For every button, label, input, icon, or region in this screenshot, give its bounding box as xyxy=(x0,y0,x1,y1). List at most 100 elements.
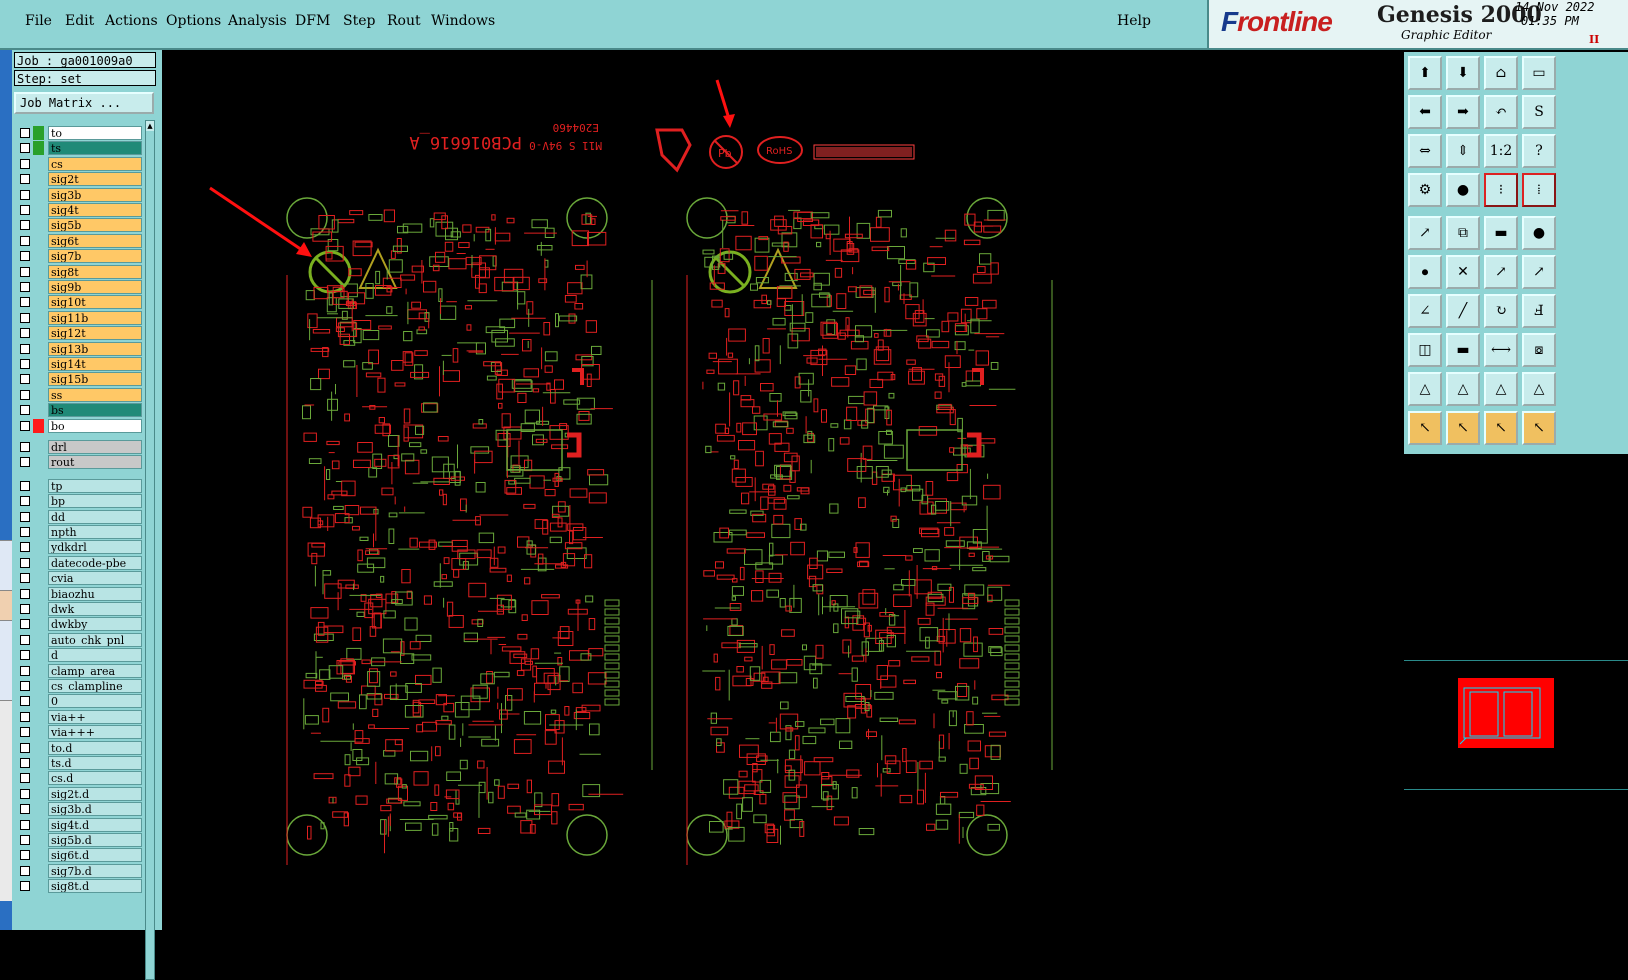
layer-color-swatch[interactable] xyxy=(33,280,44,294)
layer-name[interactable]: clamp_area xyxy=(48,663,142,678)
layer-checkbox[interactable] xyxy=(20,457,30,468)
layer-name[interactable]: auto_chk_pnl xyxy=(48,632,142,647)
layer-color-swatch[interactable] xyxy=(33,555,44,570)
help-icon[interactable]: ? xyxy=(1522,134,1556,168)
layer-row-sig13b[interactable]: sig13b xyxy=(18,341,142,356)
layer-row-sig4t-d[interactable]: sig4t.d xyxy=(18,817,142,832)
layer-color-swatch[interactable] xyxy=(33,602,44,616)
layer-row-ts[interactable]: ts xyxy=(18,141,142,156)
pointer-box-icon[interactable]: ↖ xyxy=(1446,411,1480,445)
layer-checkbox[interactable] xyxy=(20,865,30,876)
layer-checkbox[interactable] xyxy=(20,604,30,614)
layer-name[interactable]: sig3b xyxy=(48,187,142,202)
mirror-icon[interactable]: Ⅎ xyxy=(1522,294,1556,328)
layer-row-cvia[interactable]: cvia xyxy=(18,571,142,586)
layer-checkbox[interactable] xyxy=(20,158,30,169)
layer-color-swatch[interactable] xyxy=(33,141,44,156)
delete-icon[interactable]: ✕ xyxy=(1446,255,1480,289)
menu-file[interactable]: File xyxy=(25,13,52,29)
layer-name[interactable]: sig9b xyxy=(48,280,142,294)
layer-color-swatch[interactable] xyxy=(33,203,44,217)
layer-color-swatch[interactable] xyxy=(33,540,44,555)
layer-name[interactable]: rout xyxy=(48,455,142,470)
layer-row-sig6t-d[interactable]: sig6t.d xyxy=(18,848,142,863)
layer-checkbox[interactable] xyxy=(20,220,30,231)
layer-checkbox[interactable] xyxy=(20,143,30,154)
layer-row-sig4t[interactable]: sig4t xyxy=(18,203,142,217)
layer-row-sig12t[interactable]: sig12t xyxy=(18,326,142,341)
copy-icon[interactable]: ⧉ xyxy=(1446,216,1480,250)
group-icon[interactable]: ⧇ xyxy=(1522,333,1556,367)
layer-name[interactable]: ts.d xyxy=(48,756,142,770)
layer-color-swatch[interactable] xyxy=(33,249,44,264)
menu-step[interactable]: Step xyxy=(343,13,375,29)
layer-row-dd[interactable]: dd xyxy=(18,509,142,524)
fit-all-icon[interactable]: ⇔ xyxy=(1408,134,1442,168)
layer-color-swatch[interactable] xyxy=(33,802,44,817)
layer-checkbox[interactable] xyxy=(20,328,30,339)
menu-actions[interactable]: Actions xyxy=(105,13,158,29)
layer-row-sig8t[interactable]: sig8t xyxy=(18,264,142,279)
layer-checkbox[interactable] xyxy=(20,542,30,553)
menu-windows[interactable]: Windows xyxy=(431,13,495,29)
background-window-edge[interactable] xyxy=(0,590,12,621)
layer-color-swatch[interactable] xyxy=(33,509,44,524)
layer-checkbox[interactable] xyxy=(20,835,30,845)
layer-color-swatch[interactable] xyxy=(33,494,44,509)
background-window-edge[interactable] xyxy=(0,700,12,901)
layer-name[interactable]: to xyxy=(48,126,142,140)
redraw-icon[interactable]: S xyxy=(1522,95,1556,129)
graphic-canvas[interactable]: PCB016616_A E204460 M11 S 94V-0 Pb RoHS xyxy=(162,50,1402,930)
pointer-icon[interactable]: ↖ xyxy=(1408,411,1442,445)
net-icon[interactable]: ↗ xyxy=(1522,255,1556,289)
pad-icon[interactable]: ● xyxy=(1446,173,1480,207)
layer-checkbox[interactable] xyxy=(20,189,30,200)
layer-checkbox[interactable] xyxy=(20,588,30,599)
layer-name[interactable]: sig7b xyxy=(48,249,142,264)
layer-color-swatch[interactable] xyxy=(33,648,44,663)
layer-color-swatch[interactable] xyxy=(33,218,44,233)
layer-row-bs[interactable]: bs xyxy=(18,403,142,418)
layer-name[interactable]: datecode-pbe xyxy=(48,555,142,570)
layer-list-scrollbar[interactable]: ▲ xyxy=(145,120,155,980)
layer-name[interactable]: npth xyxy=(48,525,142,539)
layer-name[interactable]: sig6t.d xyxy=(48,848,142,863)
layer-row-via-[interactable]: via++ xyxy=(18,709,142,724)
layer-name[interactable]: sig7b.d xyxy=(48,863,142,878)
layer-color-swatch[interactable] xyxy=(33,525,44,539)
panel-thumbnail[interactable] xyxy=(1458,678,1554,748)
move-up-icon[interactable]: ⬆ xyxy=(1408,56,1442,90)
layer-checkbox[interactable] xyxy=(20,742,30,753)
layer-color-swatch[interactable] xyxy=(33,341,44,356)
layer-row-sig11b[interactable]: sig11b xyxy=(18,310,142,325)
layer-checkbox[interactable] xyxy=(20,557,30,568)
layer-name[interactable]: sig5b.d xyxy=(48,833,142,847)
layer-color-swatch[interactable] xyxy=(33,709,44,724)
menu-options[interactable]: Options xyxy=(166,13,221,29)
layer-color-swatch[interactable] xyxy=(33,740,44,755)
layer-checkbox[interactable] xyxy=(20,128,30,138)
layer-checkbox[interactable] xyxy=(20,205,30,215)
layer-checkbox[interactable] xyxy=(20,266,30,277)
layer-checkbox[interactable] xyxy=(20,665,30,676)
settings-icon[interactable]: ⚙ xyxy=(1408,173,1442,207)
layer-name[interactable]: sig13b xyxy=(48,341,142,356)
layer-checkbox[interactable] xyxy=(20,573,30,584)
layer-checkbox[interactable] xyxy=(20,420,30,431)
home-icon[interactable]: ⌂ xyxy=(1484,56,1518,90)
layer-checkbox[interactable] xyxy=(20,619,30,630)
layer-color-swatch[interactable] xyxy=(33,478,44,493)
slot-icon[interactable]: ▬ xyxy=(1446,333,1480,367)
layer-row-d[interactable]: d xyxy=(18,648,142,663)
layer-checkbox[interactable] xyxy=(20,282,30,292)
background-window-edge[interactable] xyxy=(0,620,12,701)
layer-color-swatch[interactable] xyxy=(33,172,44,187)
layer-row-tp[interactable]: tp xyxy=(18,478,142,493)
layer-name[interactable]: cvia xyxy=(48,571,142,586)
layer-row-via-[interactable]: via+++ xyxy=(18,725,142,740)
select-icon[interactable]: ↗ xyxy=(1408,216,1442,250)
layer-color-swatch[interactable] xyxy=(33,725,44,740)
layer-row-to-d[interactable]: to.d xyxy=(18,740,142,755)
layer-checkbox[interactable] xyxy=(20,527,30,537)
layer-checkbox[interactable] xyxy=(20,788,30,799)
